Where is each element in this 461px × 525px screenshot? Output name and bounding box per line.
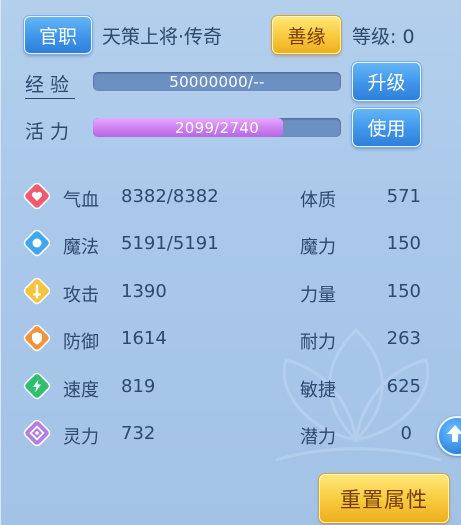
attr-label-magic: 魔力	[300, 237, 336, 258]
attr-value-constitution: 571	[386, 186, 421, 207]
experience-bar: 50000000/--	[93, 72, 341, 91]
stat-value-spirit: 732	[121, 423, 156, 444]
stat-value-mp: 5191/5191	[121, 233, 219, 254]
stat-label-hp: 气血	[63, 190, 99, 211]
stat-label-attack: 攻击	[63, 285, 99, 306]
official-rank-button[interactable]: 官职	[24, 16, 92, 54]
stat-label-mp: 魔法	[63, 237, 99, 258]
experience-value: 50000000/--	[169, 72, 265, 91]
vitality-bar: 2099/2740	[93, 118, 341, 137]
vitality-value: 2099/2740	[174, 118, 260, 137]
shield-icon	[23, 324, 51, 352]
magic-icon	[23, 229, 51, 257]
use-button[interactable]: 使用	[352, 108, 421, 147]
reset-attributes-button[interactable]: 重置属性	[319, 474, 449, 523]
stat-label-defense: 防御	[63, 332, 99, 353]
attr-label-strength: 力量	[300, 285, 336, 306]
stat-value-speed: 819	[121, 376, 156, 397]
attr-label-potential: 潜力	[300, 427, 336, 448]
attr-label-endurance: 耐力	[300, 332, 336, 353]
attr-label-constitution: 体质	[300, 190, 336, 211]
attr-value-strength: 150	[386, 281, 421, 302]
attr-value-endurance: 263	[386, 328, 421, 349]
stat-value-attack: 1390	[121, 281, 167, 302]
spirit-icon	[23, 419, 51, 447]
experience-label: 经验	[25, 70, 76, 99]
heart-icon	[23, 182, 51, 210]
arrow-up-icon	[447, 425, 461, 442]
stat-value-hp: 8382/8382	[121, 186, 219, 207]
sword-icon	[23, 277, 51, 305]
attr-value-potential: 0	[400, 423, 412, 444]
attr-value-agility: 625	[386, 376, 421, 397]
level-label: 等级: 0	[352, 26, 415, 48]
speed-icon	[23, 372, 51, 400]
attr-value-magic: 150	[386, 233, 421, 254]
karma-button[interactable]: 善缘	[272, 16, 341, 54]
attr-label-agility: 敏捷	[300, 380, 336, 401]
rank-title: 天策上将·传奇	[102, 26, 223, 48]
character-attributes-panel: 官职 天策上将·传奇 善缘 等级: 0 经验 50000000/-- 升级 活力…	[0, 0, 461, 525]
stat-value-defense: 1614	[121, 328, 167, 349]
arrow-up-button[interactable]	[437, 416, 461, 456]
stat-label-speed: 速度	[63, 380, 99, 401]
vitality-label: 活力	[25, 121, 76, 143]
lotus-watermark	[275, 327, 442, 462]
stat-label-spirit: 灵力	[63, 427, 99, 448]
upgrade-button[interactable]: 升级	[352, 62, 421, 101]
